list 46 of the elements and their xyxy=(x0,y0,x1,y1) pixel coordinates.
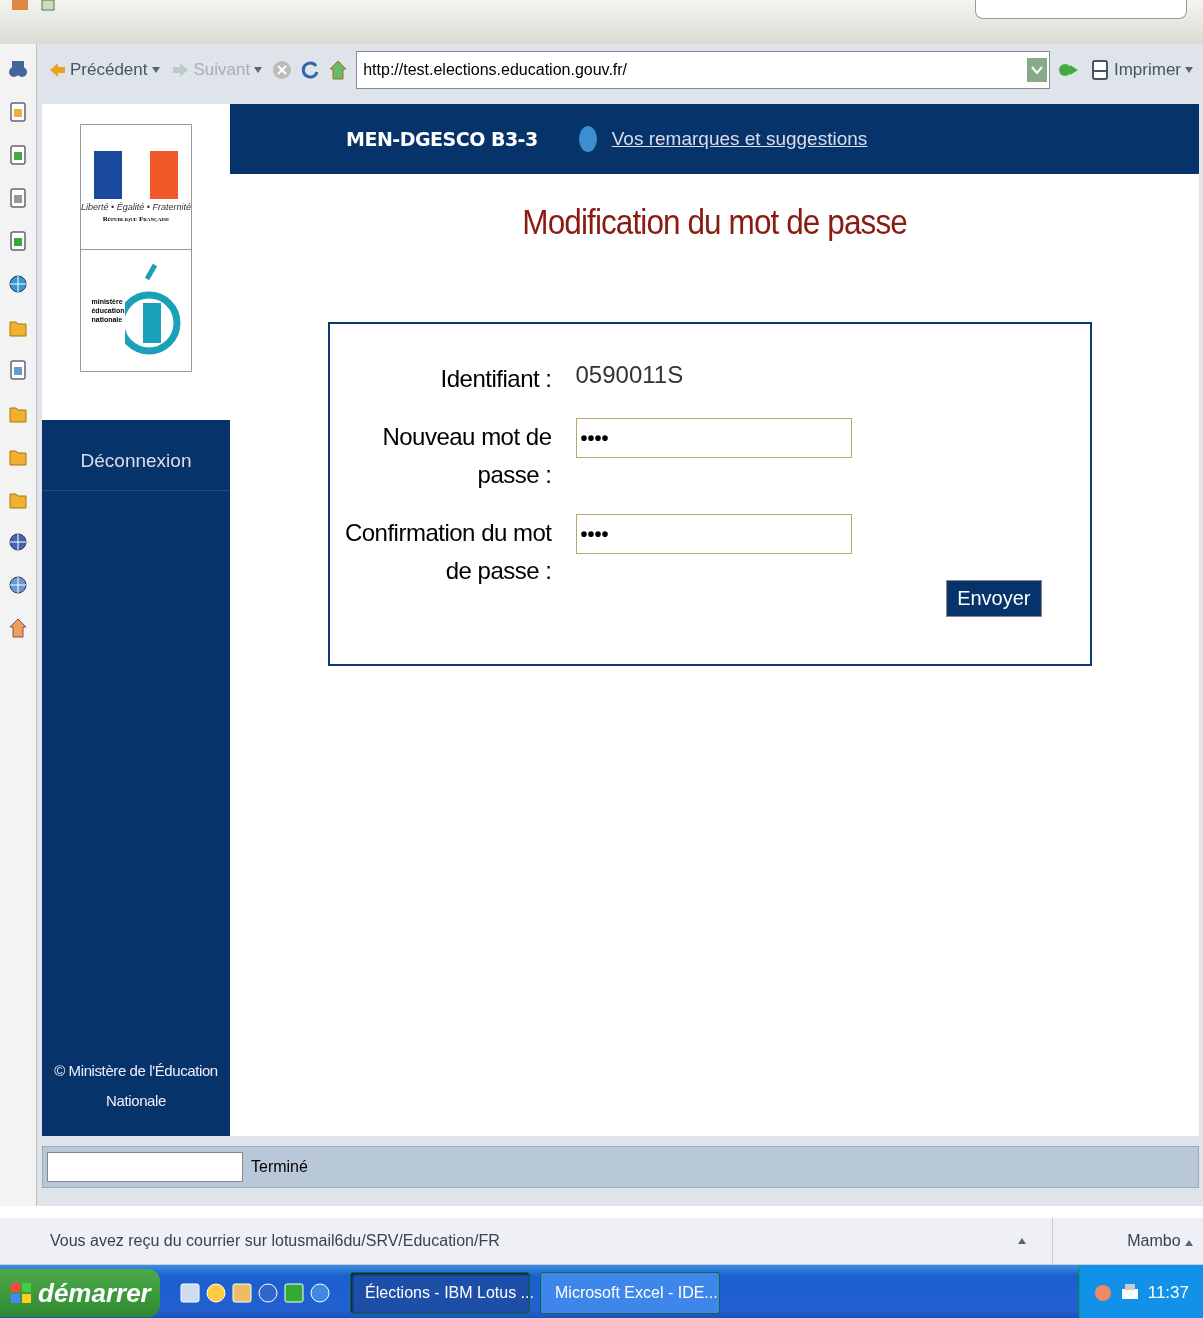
quick-launch-icon[interactable] xyxy=(180,1282,200,1304)
quick-launch-icon[interactable] xyxy=(258,1282,278,1304)
quick-launch-icon[interactable] xyxy=(310,1282,330,1304)
field-label: Identifiant : xyxy=(439,364,552,394)
address-field[interactable]: http://test.elections.education.gouv.fr/ xyxy=(356,51,1050,89)
quick-launch-icon[interactable] xyxy=(232,1282,252,1304)
logout-link[interactable]: Déconnexion xyxy=(42,420,230,491)
copyright-text: © Ministère de l'Éducation Nationale xyxy=(53,1061,219,1111)
notification-message: Vous avez reçu du courrier sur lotusmail6du/SRV/Education/FR xyxy=(49,1232,501,1250)
page-title: Modification du mot de passe xyxy=(522,202,907,242)
print-button[interactable]: Imprimer xyxy=(1087,57,1195,83)
start-button[interactable]: démarrer xyxy=(0,1269,160,1317)
feedback-link[interactable]: Vos remarques et suggestions xyxy=(611,128,868,150)
field-label: Nouveau mot de passe : xyxy=(381,422,552,490)
table-icon[interactable] xyxy=(8,359,28,381)
password-field[interactable]: •••• xyxy=(575,418,852,458)
caret-icon[interactable] xyxy=(254,67,263,73)
quick-launch-icon[interactable] xyxy=(284,1282,304,1304)
caret-icon[interactable] xyxy=(151,67,160,73)
taskbar-button[interactable]: Microsoft Excel - IDE... xyxy=(540,1272,720,1314)
caret-icon[interactable] xyxy=(1185,67,1193,73)
status-text: Terminé xyxy=(251,1158,308,1176)
home-icon[interactable] xyxy=(328,59,349,81)
quick-launch-icon[interactable] xyxy=(206,1282,226,1304)
submit-button[interactable]: Envoyer xyxy=(946,580,1042,617)
back-arrow-icon xyxy=(48,61,66,79)
location-button[interactable]: Mambo xyxy=(1053,1231,1203,1251)
search-field[interactable] xyxy=(975,0,1187,19)
refresh-icon[interactable] xyxy=(300,60,321,80)
document-icon[interactable] xyxy=(40,0,56,12)
back-button[interactable]: Précédent xyxy=(46,58,162,82)
identifier-value: 0590011S xyxy=(575,360,685,390)
site-title: MEN-DGESCO B3-3 xyxy=(346,128,538,150)
logo-motto: Liberté • Égalité • Fraternité xyxy=(81,202,191,212)
field-label: Confirmation du mot de passe : xyxy=(343,518,552,586)
caret-icon[interactable] xyxy=(1018,1238,1026,1244)
forward-arrow-icon xyxy=(171,61,190,79)
clock: 11:37 xyxy=(1147,1283,1189,1303)
password-field[interactable]: •••• xyxy=(575,514,852,554)
caret-icon[interactable] xyxy=(1185,1240,1193,1246)
windows-logo-icon xyxy=(10,1282,32,1304)
go-icon[interactable] xyxy=(1057,61,1080,79)
window-icon[interactable] xyxy=(10,0,30,12)
document-icon[interactable] xyxy=(8,101,28,123)
dropdown-icon[interactable] xyxy=(1026,58,1047,82)
home-icon[interactable] xyxy=(8,617,28,639)
